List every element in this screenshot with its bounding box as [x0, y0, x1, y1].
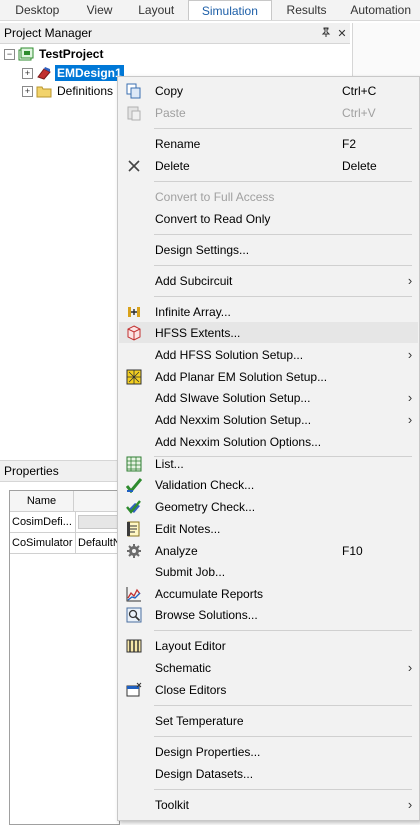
menu-item-add-nexxim-options[interactable]: Add Nexxim Solution Options... — [119, 431, 418, 452]
menu-item-copy[interactable]: Copy Ctrl+C — [119, 80, 418, 101]
definitions-label: Definitions — [57, 84, 114, 98]
property-name: CoSimulator — [10, 533, 76, 553]
tab-layout[interactable]: Layout — [124, 0, 188, 20]
tree-node-project[interactable]: − TestProject — [4, 45, 105, 63]
design-icon — [36, 66, 52, 80]
planar-em-icon — [125, 369, 143, 385]
menu-separator — [154, 736, 412, 737]
layout-editor-icon — [125, 638, 143, 654]
menu-item-analyze[interactable]: Analyze F10 — [119, 540, 418, 561]
chart-icon — [125, 586, 143, 602]
tab-automation[interactable]: Automation — [341, 0, 420, 20]
infinite-array-icon — [125, 304, 143, 320]
design-name: EMDesign1 — [55, 65, 124, 81]
menu-item-browse-solutions[interactable]: Browse Solutions... — [119, 604, 418, 625]
pin-icon[interactable] — [318, 27, 334, 40]
menu-item-close-editors[interactable]: Close Editors — [119, 679, 418, 700]
tree-node-design[interactable]: + EMDesign1 — [22, 64, 124, 82]
menu-item-infinite-array[interactable]: Infinite Array... — [119, 301, 418, 322]
project-manager-title: Project Manager — [4, 26, 93, 40]
list-icon — [125, 456, 143, 472]
menu-item-add-nexxim-setup[interactable]: Add Nexxim Solution Setup... › — [119, 409, 418, 430]
close-icon[interactable]: ✕ — [334, 27, 350, 40]
menu-separator — [154, 181, 412, 182]
column-header-value[interactable] — [74, 491, 119, 511]
expand-toggle-icon[interactable]: + — [22, 85, 33, 97]
menu-item-delete[interactable]: Delete Delete — [119, 155, 418, 176]
property-value[interactable]: DefaultN — [76, 533, 119, 553]
chevron-right-icon: › — [407, 412, 413, 427]
tab-simulation[interactable]: Simulation — [188, 0, 272, 20]
column-header-name[interactable]: Name — [10, 491, 74, 511]
check-icon — [125, 477, 143, 493]
menu-separator — [154, 705, 412, 706]
menu-item-paste[interactable]: Paste Ctrl+V — [119, 102, 418, 123]
menu-item-toolkit[interactable]: Toolkit › — [119, 794, 418, 815]
close-editors-icon — [125, 682, 143, 698]
folder-icon — [36, 85, 52, 98]
gear-icon — [125, 543, 143, 559]
menu-separator — [154, 630, 412, 631]
property-value[interactable] — [76, 512, 119, 532]
expand-toggle-icon[interactable]: + — [22, 67, 33, 79]
chevron-right-icon: › — [407, 797, 413, 812]
menu-item-list[interactable]: List... — [119, 453, 418, 474]
notes-icon — [125, 521, 143, 537]
table-row[interactable]: CoSimulator DefaultN — [10, 533, 119, 554]
menu-item-edit-notes[interactable]: Edit Notes... — [119, 518, 418, 539]
menu-item-add-hfss-solution-setup[interactable]: Add HFSS Solution Setup... › — [119, 344, 418, 365]
ribbon-tab-bar: Desktop View Layout Simulation Results A… — [0, 0, 420, 21]
menu-item-design-settings[interactable]: Design Settings... — [119, 239, 418, 260]
hfss-extents-icon — [125, 324, 143, 341]
project-name: TestProject — [39, 47, 104, 61]
project-icon — [18, 47, 34, 61]
project-manager-header: Project Manager ✕ — [0, 23, 350, 44]
tab-desktop[interactable]: Desktop — [0, 0, 75, 20]
menu-separator — [154, 789, 412, 790]
context-menu: Copy Ctrl+C Paste Ctrl+V Rename F2 Delet… — [117, 76, 420, 821]
properties-header: Properties — [0, 460, 122, 482]
property-name: CosimDefi... — [10, 512, 76, 532]
menu-item-add-siwave-setup[interactable]: Add SIwave Solution Setup... › — [119, 387, 418, 408]
menu-separator — [154, 265, 412, 266]
chevron-right-icon: › — [407, 390, 413, 405]
menu-separator — [154, 128, 412, 129]
copy-icon — [125, 83, 143, 99]
menu-item-design-datasets[interactable]: Design Datasets... — [119, 763, 418, 784]
chevron-right-icon: › — [407, 347, 413, 362]
tab-results[interactable]: Results — [272, 0, 342, 20]
menu-separator — [154, 234, 412, 235]
menu-item-layout-editor[interactable]: Layout Editor — [119, 635, 418, 656]
x-icon — [125, 158, 143, 174]
menu-item-add-subcircuit[interactable]: Add Subcircuit › — [119, 270, 418, 291]
tab-view[interactable]: View — [75, 0, 125, 20]
collapse-toggle-icon[interactable]: − — [4, 48, 15, 60]
menu-item-validation-check[interactable]: Validation Check... — [119, 474, 418, 495]
table-row[interactable]: CosimDefi... — [10, 512, 119, 533]
menu-item-hfss-extents[interactable]: HFSS Extents... — [119, 322, 418, 343]
menu-item-set-temperature[interactable]: Set Temperature — [119, 710, 418, 731]
menu-item-rename[interactable]: Rename F2 — [119, 133, 418, 154]
menu-item-schematic[interactable]: Schematic › — [119, 657, 418, 678]
property-value-box[interactable] — [78, 515, 119, 529]
menu-item-convert-read-only[interactable]: Convert to Read Only — [119, 208, 418, 229]
menu-item-design-properties[interactable]: Design Properties... — [119, 741, 418, 762]
tree-node-definitions[interactable]: + Definitions — [22, 82, 115, 100]
properties-header-row: Name — [10, 491, 119, 512]
menu-item-submit-job[interactable]: Submit Job... — [119, 561, 418, 582]
paste-icon — [125, 105, 143, 121]
menu-item-add-planar-em-setup[interactable]: Add Planar EM Solution Setup... — [119, 366, 418, 387]
chevron-right-icon: › — [407, 273, 413, 288]
menu-item-accumulate-reports[interactable]: Accumulate Reports — [119, 583, 418, 604]
menu-item-geometry-check[interactable]: Geometry Check... — [119, 496, 418, 517]
properties-title: Properties — [4, 464, 59, 478]
menu-separator — [154, 296, 412, 297]
browse-icon — [125, 607, 143, 623]
geometry-check-icon — [125, 499, 143, 515]
chevron-right-icon: › — [407, 660, 413, 675]
menu-item-convert-full-access[interactable]: Convert to Full Access — [119, 186, 418, 207]
properties-table: Name CosimDefi... CoSimulator DefaultN — [9, 490, 120, 825]
